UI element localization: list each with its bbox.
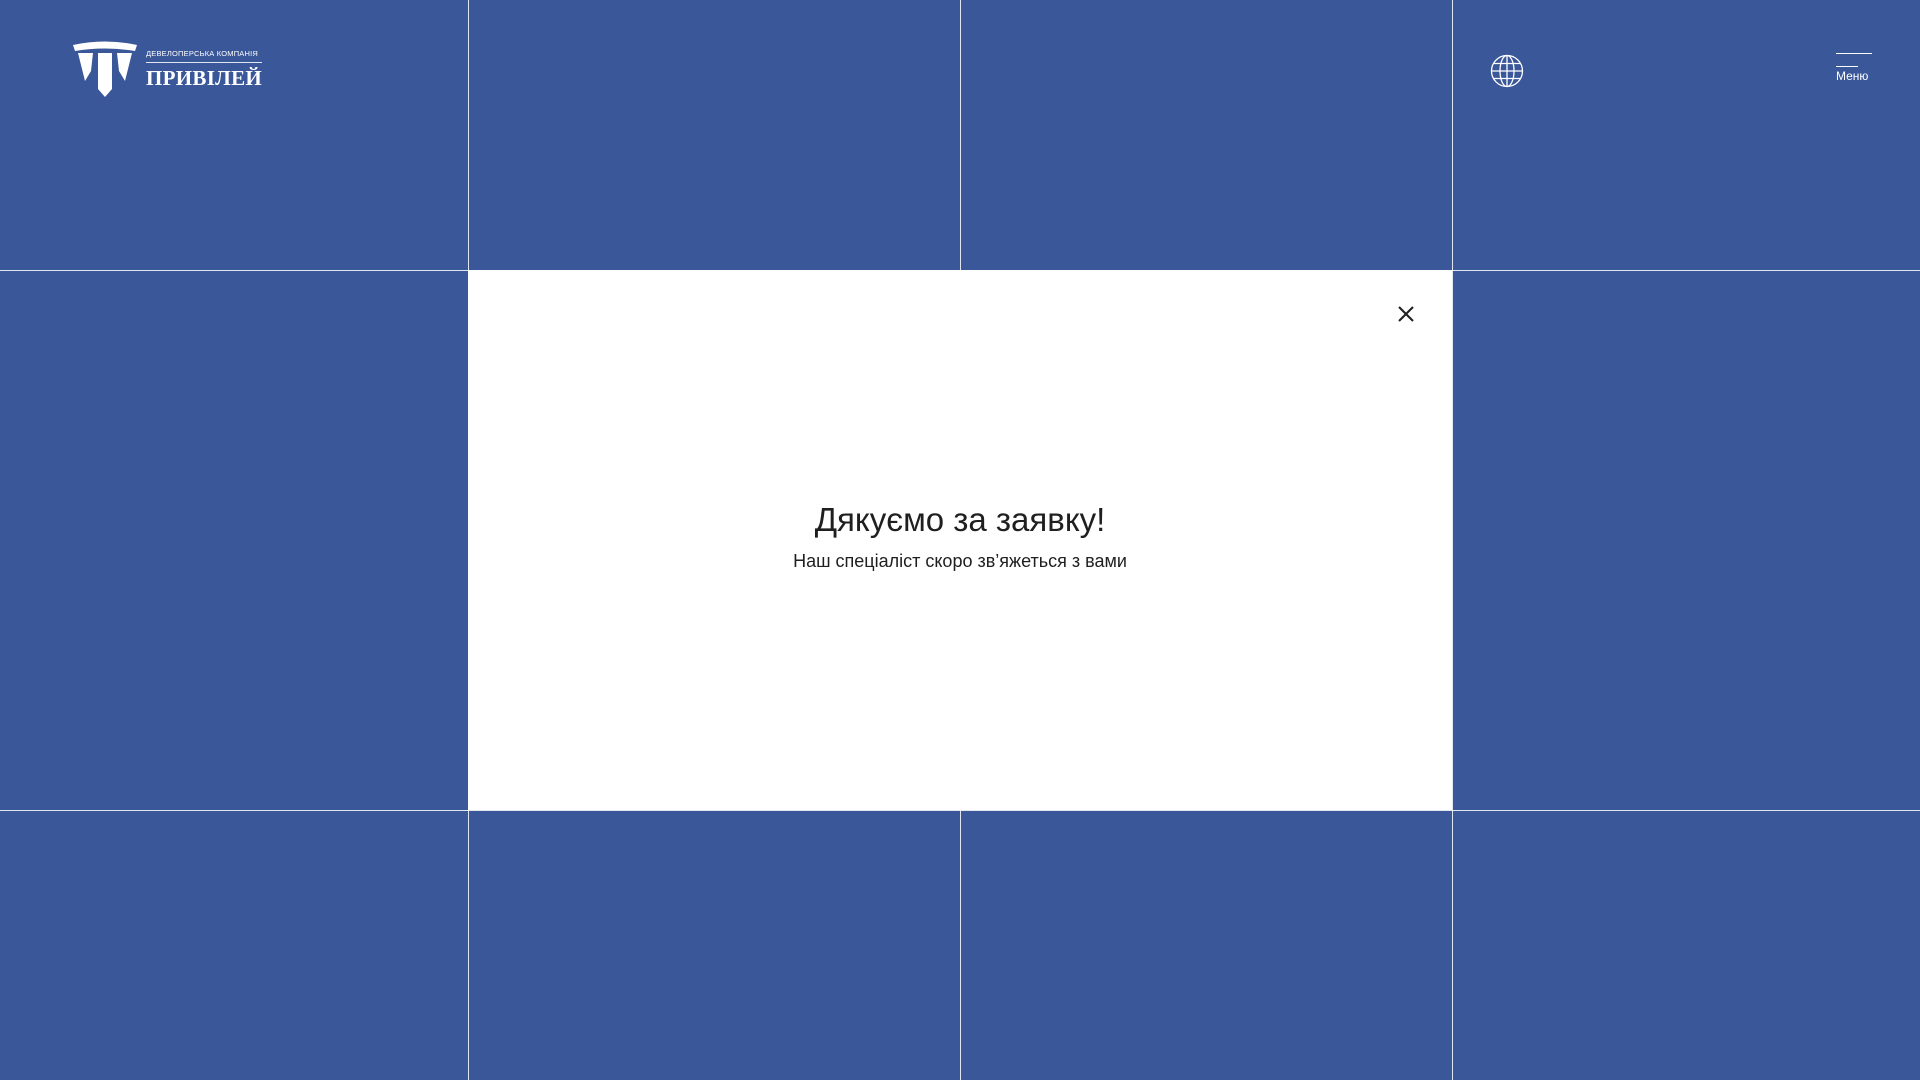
modal-subtitle: Наш спеціаліст скоро зв’яжеться з вами (793, 550, 1127, 571)
close-icon (1398, 306, 1414, 322)
logo-company-type: ДЕВЕЛОПЕРСЬКА КОМПАНІЯ (146, 50, 263, 63)
menu-line-top (1836, 53, 1872, 54)
logo-company-name: ПРИВІЛЕЙ (146, 65, 263, 90)
company-logo[interactable]: ДЕВЕЛОПЕРСЬКА КОМПАНІЯ ПРИВІЛЕЙ (72, 41, 263, 98)
menu-line-bottom (1836, 66, 1858, 67)
modal-close-button[interactable] (1396, 304, 1416, 324)
hamburger-menu-icon (1836, 53, 1872, 67)
modal-content: Дякуємо за заявку! Наш спеціаліст скоро … (468, 500, 1452, 573)
modal-title: Дякуємо за заявку! (814, 501, 1106, 538)
globe-icon (1490, 54, 1524, 88)
grid-line-vertical-3 (1452, 0, 1453, 1080)
menu-label: Меню (1836, 69, 1869, 83)
thank-you-modal: Дякуємо за заявку! Наш спеціаліст скоро … (468, 270, 1452, 810)
grid-line-horizontal-2 (0, 810, 1920, 811)
language-switcher-button[interactable] (1490, 54, 1524, 88)
menu-button[interactable]: Меню (1836, 53, 1872, 82)
logo-text: ДЕВЕЛОПЕРСЬКА КОМПАНІЯ ПРИВІЛЕЙ (146, 50, 263, 90)
logo-mark-icon (73, 41, 137, 97)
